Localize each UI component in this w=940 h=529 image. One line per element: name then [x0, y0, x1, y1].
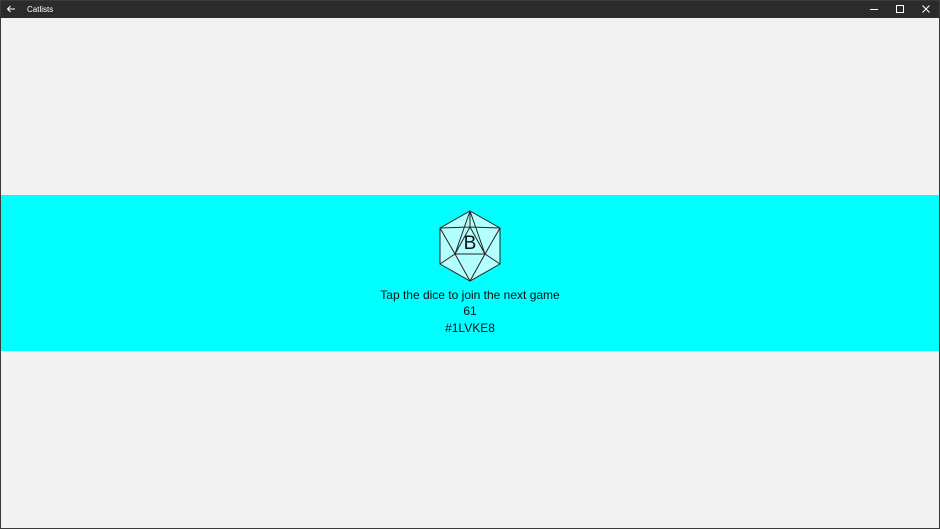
main-content: B Tap the dice to join the next game 61 …	[1, 18, 939, 528]
d20-dice-icon	[438, 210, 502, 282]
app-window: Catlists B Tap the dice to join the next…	[0, 0, 940, 529]
player-count: 61	[463, 304, 477, 318]
maximize-icon	[895, 1, 905, 19]
minimize-button[interactable]	[861, 1, 887, 18]
maximize-button[interactable]	[887, 1, 913, 18]
back-button[interactable]	[1, 1, 21, 18]
close-button[interactable]	[913, 1, 939, 18]
minimize-icon	[869, 1, 879, 19]
close-icon	[921, 1, 931, 19]
dice-button[interactable]: B	[438, 210, 502, 282]
game-banner: B Tap the dice to join the next game 61 …	[1, 195, 939, 351]
join-prompt: Tap the dice to join the next game	[380, 288, 560, 302]
arrow-left-icon	[6, 1, 16, 19]
game-code: #1LVKE8	[445, 321, 495, 335]
caption-buttons	[861, 1, 939, 18]
app-title: Catlists	[27, 5, 54, 14]
title-bar: Catlists	[1, 1, 939, 18]
